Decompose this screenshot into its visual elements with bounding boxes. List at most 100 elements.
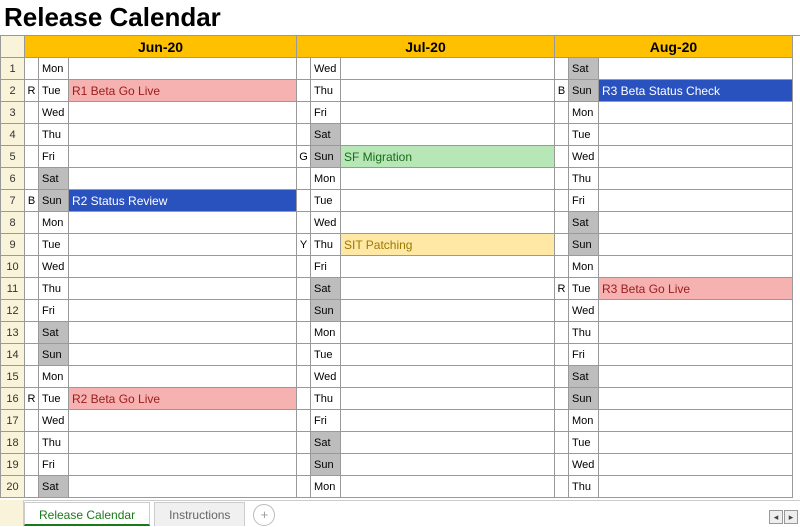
event-cell-jun[interactable] bbox=[69, 300, 297, 322]
flag-cell-jul[interactable] bbox=[297, 410, 311, 432]
event-cell-jun[interactable] bbox=[69, 212, 297, 234]
event-cell-aug[interactable] bbox=[599, 432, 793, 454]
event-cell-aug[interactable] bbox=[599, 344, 793, 366]
flag-cell-jul[interactable] bbox=[297, 168, 311, 190]
event-cell-jul[interactable] bbox=[341, 278, 555, 300]
row-number[interactable]: 12 bbox=[1, 300, 25, 322]
day-cell-jul[interactable]: Mon bbox=[311, 322, 341, 344]
flag-cell-jul[interactable] bbox=[297, 58, 311, 80]
row-number[interactable]: 15 bbox=[1, 366, 25, 388]
event-cell-jul[interactable] bbox=[341, 190, 555, 212]
month-header-jun[interactable]: Jun-20 bbox=[25, 36, 297, 58]
day-cell-aug[interactable]: Mon bbox=[569, 102, 599, 124]
flag-cell-jun[interactable] bbox=[25, 168, 39, 190]
flag-cell-aug[interactable] bbox=[555, 410, 569, 432]
row-number[interactable]: 2 bbox=[1, 80, 25, 102]
event-cell-jul[interactable]: SF Migration bbox=[341, 146, 555, 168]
day-cell-jun[interactable]: Mon bbox=[39, 58, 69, 80]
row-number[interactable]: 16 bbox=[1, 388, 25, 410]
row-number[interactable]: 6 bbox=[1, 168, 25, 190]
event-cell-jun[interactable] bbox=[69, 146, 297, 168]
event-cell-jul[interactable] bbox=[341, 344, 555, 366]
flag-cell-jun[interactable] bbox=[25, 256, 39, 278]
day-cell-jul[interactable]: Sun bbox=[311, 300, 341, 322]
tab-instructions[interactable]: Instructions bbox=[154, 502, 245, 526]
day-cell-jun[interactable]: Tue bbox=[39, 80, 69, 102]
event-cell-aug[interactable] bbox=[599, 366, 793, 388]
flag-cell-jul[interactable] bbox=[297, 366, 311, 388]
event-cell-jul[interactable] bbox=[341, 124, 555, 146]
day-cell-jun[interactable]: Wed bbox=[39, 410, 69, 432]
row-number[interactable]: 4 bbox=[1, 124, 25, 146]
day-cell-aug[interactable]: Sun bbox=[569, 234, 599, 256]
event-cell-jul[interactable] bbox=[341, 58, 555, 80]
day-cell-jul[interactable]: Sat bbox=[311, 278, 341, 300]
flag-cell-jun[interactable] bbox=[25, 146, 39, 168]
day-cell-aug[interactable]: Sat bbox=[569, 58, 599, 80]
day-cell-jul[interactable]: Tue bbox=[311, 190, 341, 212]
flag-cell-jun[interactable]: R bbox=[25, 388, 39, 410]
flag-cell-jun[interactable] bbox=[25, 234, 39, 256]
day-cell-jun[interactable]: Sun bbox=[39, 344, 69, 366]
flag-cell-jul[interactable] bbox=[297, 102, 311, 124]
event-cell-jun[interactable] bbox=[69, 454, 297, 476]
day-cell-aug[interactable]: Tue bbox=[569, 432, 599, 454]
flag-cell-jun[interactable]: R bbox=[25, 80, 39, 102]
flag-cell-jun[interactable] bbox=[25, 476, 39, 498]
day-cell-aug[interactable]: Mon bbox=[569, 410, 599, 432]
flag-cell-jul[interactable] bbox=[297, 454, 311, 476]
flag-cell-jun[interactable] bbox=[25, 102, 39, 124]
flag-cell-aug[interactable] bbox=[555, 58, 569, 80]
row-number[interactable]: 5 bbox=[1, 146, 25, 168]
day-cell-jun[interactable]: Wed bbox=[39, 102, 69, 124]
event-cell-jun[interactable] bbox=[69, 344, 297, 366]
row-number[interactable]: 7 bbox=[1, 190, 25, 212]
day-cell-jul[interactable]: Mon bbox=[311, 476, 341, 498]
row-number[interactable]: 11 bbox=[1, 278, 25, 300]
day-cell-jul[interactable]: Thu bbox=[311, 234, 341, 256]
row-number[interactable]: 3 bbox=[1, 102, 25, 124]
scroll-left-button[interactable]: ◂ bbox=[769, 510, 783, 524]
flag-cell-aug[interactable]: B bbox=[555, 80, 569, 102]
day-cell-aug[interactable]: Wed bbox=[569, 300, 599, 322]
day-cell-aug[interactable]: Fri bbox=[569, 344, 599, 366]
event-cell-jul[interactable] bbox=[341, 476, 555, 498]
event-cell-jul[interactable] bbox=[341, 366, 555, 388]
event-cell-jun[interactable]: R2 Status Review bbox=[69, 190, 297, 212]
day-cell-jun[interactable]: Thu bbox=[39, 124, 69, 146]
flag-cell-jul[interactable] bbox=[297, 300, 311, 322]
day-cell-jul[interactable]: Mon bbox=[311, 168, 341, 190]
day-cell-jun[interactable]: Fri bbox=[39, 454, 69, 476]
day-cell-jun[interactable]: Thu bbox=[39, 432, 69, 454]
event-cell-jul[interactable] bbox=[341, 212, 555, 234]
day-cell-aug[interactable]: Wed bbox=[569, 146, 599, 168]
event-cell-jun[interactable] bbox=[69, 124, 297, 146]
row-number[interactable]: 17 bbox=[1, 410, 25, 432]
flag-cell-aug[interactable] bbox=[555, 388, 569, 410]
day-cell-jun[interactable]: Sat bbox=[39, 168, 69, 190]
event-cell-jul[interactable] bbox=[341, 102, 555, 124]
event-cell-aug[interactable] bbox=[599, 124, 793, 146]
event-cell-jul[interactable] bbox=[341, 432, 555, 454]
event-cell-jun[interactable] bbox=[69, 410, 297, 432]
day-cell-jul[interactable]: Sun bbox=[311, 146, 341, 168]
day-cell-jul[interactable]: Tue bbox=[311, 344, 341, 366]
flag-cell-aug[interactable] bbox=[555, 234, 569, 256]
row-number[interactable]: 10 bbox=[1, 256, 25, 278]
flag-cell-jun[interactable] bbox=[25, 212, 39, 234]
flag-cell-aug[interactable] bbox=[555, 168, 569, 190]
event-cell-aug[interactable] bbox=[599, 190, 793, 212]
day-cell-jun[interactable]: Fri bbox=[39, 300, 69, 322]
row-number[interactable]: 1 bbox=[1, 58, 25, 80]
flag-cell-jun[interactable] bbox=[25, 432, 39, 454]
day-cell-jun[interactable]: Tue bbox=[39, 388, 69, 410]
day-cell-jul[interactable]: Thu bbox=[311, 80, 341, 102]
day-cell-aug[interactable]: Sat bbox=[569, 212, 599, 234]
flag-cell-jun[interactable] bbox=[25, 322, 39, 344]
flag-cell-aug[interactable] bbox=[555, 432, 569, 454]
event-cell-jul[interactable] bbox=[341, 80, 555, 102]
flag-cell-jul[interactable] bbox=[297, 190, 311, 212]
flag-cell-jul[interactable] bbox=[297, 344, 311, 366]
flag-cell-jun[interactable] bbox=[25, 124, 39, 146]
event-cell-aug[interactable] bbox=[599, 256, 793, 278]
